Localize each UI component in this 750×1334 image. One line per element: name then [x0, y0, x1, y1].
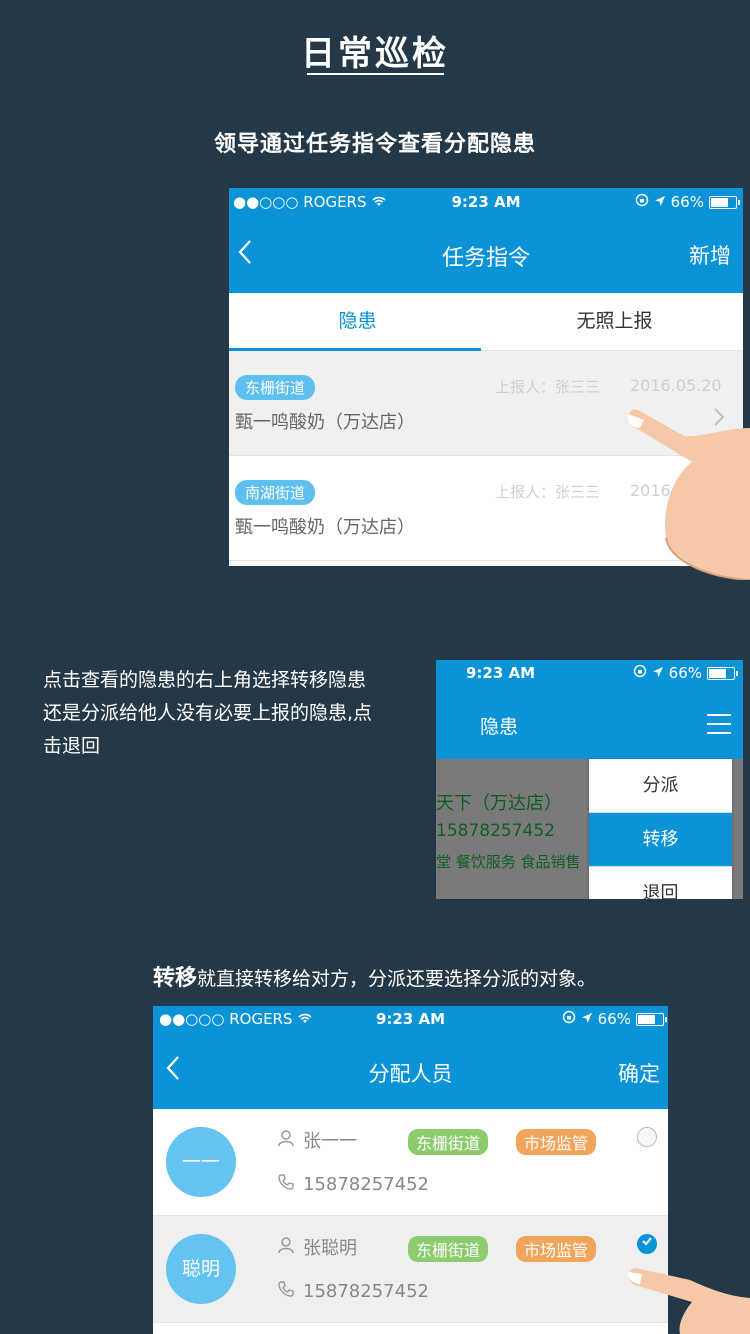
- menu-item-assign[interactable]: 分派: [589, 759, 732, 813]
- battery-percent: 66%: [670, 193, 704, 211]
- department-tag: 市场监管: [516, 1236, 597, 1262]
- rotation-lock-icon: [635, 193, 649, 211]
- status-time: 9:23 AM: [466, 664, 536, 682]
- rotation-lock-icon: [562, 1010, 576, 1028]
- page-title: 日常巡检: [301, 34, 449, 74]
- reporter-label: 上报人：张三三: [495, 378, 601, 396]
- status-bar: ●●○○○ ROGERS 9:23 AM 66%: [229, 188, 743, 218]
- street-tag: 东栅街道: [235, 375, 316, 400]
- location-arrow-icon: [581, 1010, 593, 1028]
- reporter-label: 上报人：张三三: [495, 483, 601, 501]
- battery-icon: [709, 195, 740, 209]
- battery-icon: [636, 1012, 667, 1026]
- battery-icon: [707, 666, 738, 680]
- user-icon: [277, 1129, 295, 1152]
- report-date: 2016.05.20: [630, 376, 722, 395]
- tab-bar: 隐患 无照上报: [229, 293, 743, 351]
- assign-personnel-screen: ●●○○○ ROGERS 9:23 AM 66% 分配人员 确定 一一 张一一 …: [153, 1006, 668, 1334]
- menu-item-return[interactable]: 退回: [589, 867, 732, 899]
- nav-bar: 分配人员 确定: [153, 1034, 668, 1109]
- status-bar: ●●○○○ ROGERS 9:23 AM 66%: [153, 1006, 668, 1034]
- person-row[interactable]: 聪明 张聪明 东栅街道 市场监管 15878257452: [153, 1216, 668, 1323]
- shop-name: 甄一鸣酸奶（万达店）: [235, 412, 415, 433]
- pointing-hand-icon: [627, 409, 750, 580]
- avatar: 一一: [166, 1127, 236, 1197]
- menu-item-transfer[interactable]: 转移: [589, 813, 732, 867]
- section2-text: 点击查看的隐患的右上角选择转移隐患还是分派给他人没有必要上报的隐患,点击退回: [43, 669, 373, 757]
- street-tag: 东栅街道: [408, 1236, 489, 1262]
- street-tag: 南湖街道: [235, 480, 316, 505]
- action-dropdown: 分派 转移 退回: [589, 759, 732, 899]
- battery-percent: 66%: [597, 1010, 631, 1028]
- location-arrow-icon: [652, 664, 664, 682]
- menu-icon[interactable]: [707, 714, 731, 741]
- person-phone: 15878257452: [303, 1281, 429, 1302]
- rotation-lock-icon: [633, 664, 647, 682]
- section3-heading-rest: 就直接转移给对方，分派还要选择分派的对象。: [197, 968, 597, 990]
- battery-percent: 66%: [668, 664, 702, 682]
- avatar: 聪明: [166, 1234, 236, 1304]
- checkmark-icon: [642, 1237, 652, 1246]
- section3-heading: 转移就直接转移给对方，分派还要选择分派的对象。: [153, 960, 596, 992]
- confirm-button[interactable]: 确定: [618, 1058, 660, 1088]
- hazard-menu-screen: 9:23 AM 66% 隐患 天下（万达店） 15878257452 堂 餐饮服…: [436, 660, 743, 899]
- nav-bar: 隐患: [436, 688, 743, 759]
- pointing-hand-icon: [628, 1268, 750, 1334]
- nav-bar: 任务指令 新增: [229, 218, 743, 293]
- section3-heading-bold: 转移: [153, 966, 198, 991]
- person-name: 张聪明: [303, 1238, 357, 1259]
- add-button[interactable]: 新增: [689, 240, 731, 270]
- department-tag: 市场监管: [516, 1129, 597, 1155]
- select-radio-checked[interactable]: [637, 1234, 657, 1254]
- section1-heading: 领导通过任务指令查看分配隐患: [213, 132, 536, 157]
- person-phone: 15878257452: [303, 1174, 429, 1195]
- shop-phone: 15878257452: [436, 821, 555, 841]
- title-underline: [307, 73, 444, 75]
- phone-icon: [277, 1280, 295, 1303]
- tab-hazard[interactable]: 隐患: [229, 293, 486, 350]
- user-icon: [277, 1236, 295, 1259]
- person-row[interactable]: 一一 张一一 东栅街道 市场监管 15878257452: [153, 1109, 668, 1216]
- shop-name: 甄一鸣酸奶（万达店）: [235, 517, 415, 538]
- status-bar: 9:23 AM 66%: [436, 660, 743, 688]
- shop-name: 天下（万达店）: [436, 793, 562, 814]
- shop-categories: 堂 餐饮服务 食品销售: [436, 853, 581, 871]
- select-radio[interactable]: [637, 1127, 657, 1147]
- street-tag: 东栅街道: [408, 1129, 489, 1155]
- nav-title: 分配人员: [368, 1062, 453, 1086]
- tab-unlicensed-report[interactable]: 无照上报: [486, 293, 743, 350]
- nav-title: 任务指令: [441, 246, 530, 271]
- location-arrow-icon: [654, 193, 666, 211]
- nav-title: 隐患: [480, 716, 519, 738]
- phone-icon: [277, 1173, 295, 1196]
- person-name: 张一一: [303, 1131, 357, 1152]
